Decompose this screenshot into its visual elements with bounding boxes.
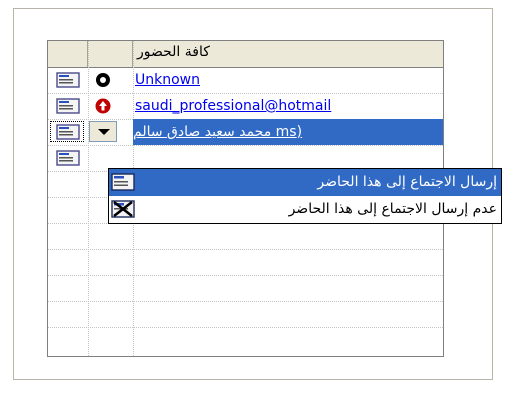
grid-row-divider [48, 249, 443, 250]
attendee-name[interactable]: (ms محمد سعيد صادق سالم [133, 119, 443, 145]
send-meeting-card-icon [111, 173, 135, 191]
required-attendee-icon [95, 98, 111, 114]
dont-send-card-icon [111, 200, 135, 218]
table-row[interactable]: Unknown [48, 67, 443, 93]
send-meeting-card-icon[interactable] [56, 124, 80, 140]
header-all-attendees[interactable]: كافة الحضور [133, 41, 443, 67]
send-meeting-label: إرسال الاجتماع إلى هذا الحاضر [317, 174, 497, 190]
grid-row-divider [48, 275, 443, 276]
dropdown-arrow-icon [98, 129, 110, 135]
dont-send-meeting-label: عدم إرسال الاجتماع إلى هذا الحاضر [288, 201, 497, 217]
send-meeting-card-icon[interactable] [56, 98, 80, 114]
all-attendees-label: كافة الحضور [137, 44, 210, 60]
status-dropdown-button[interactable] [89, 121, 117, 142]
attendee-name[interactable]: saudi_professional@hotmail [133, 93, 443, 119]
grid-header: كافة الحضور [48, 41, 443, 68]
grid-row-divider [48, 327, 443, 328]
menu-item-dont-send-meeting[interactable]: عدم إرسال الاجتماع إلى هذا الحاضر [109, 196, 501, 223]
grid-row-divider [48, 301, 443, 302]
send-meeting-card-icon[interactable] [56, 72, 80, 88]
attendee-name[interactable]: Unknown [133, 67, 443, 93]
send-meeting-card-icon[interactable] [56, 150, 80, 166]
no-response-icon [96, 73, 110, 87]
table-row[interactable]: saudi_professional@hotmail [48, 93, 443, 119]
header-mail-column[interactable] [48, 41, 88, 67]
send-options-menu: إرسال الاجتماع إلى هذا الحاضر عدم إرسال … [108, 168, 502, 224]
table-row-selected[interactable]: (ms محمد سعيد صادق سالم [48, 119, 443, 145]
menu-item-send-meeting[interactable]: إرسال الاجتماع إلى هذا الحاضر [109, 169, 501, 196]
header-status-column[interactable] [88, 41, 133, 67]
